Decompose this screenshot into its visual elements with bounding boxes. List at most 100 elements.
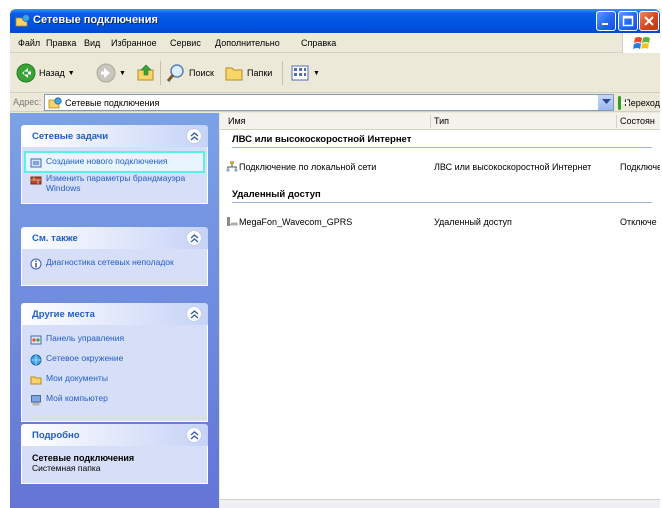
column-type[interactable]: Тип — [434, 116, 449, 126]
address-dropdown-button[interactable] — [598, 95, 613, 110]
chevron-up-icon — [190, 310, 199, 319]
close-icon — [644, 16, 654, 26]
column-status[interactable]: Состоян — [620, 116, 655, 126]
panel-header[interactable]: Другие места — [21, 303, 208, 325]
chevron-up-icon — [190, 431, 199, 440]
search-label: Поиск — [189, 68, 214, 78]
views-icon — [291, 65, 309, 81]
panel-header[interactable]: Сетевые задачи — [21, 125, 208, 147]
collapse-button[interactable] — [186, 128, 202, 144]
windows-logo-icon — [622, 33, 660, 53]
collapse-button[interactable] — [186, 427, 202, 443]
my-documents-icon — [30, 376, 42, 385]
details-type: Системная папка — [32, 463, 101, 473]
minimize-button[interactable] — [596, 11, 616, 31]
menu-view[interactable]: Вид — [84, 38, 100, 48]
chevron-up-icon — [190, 234, 199, 243]
connection-type: Удаленный доступ — [434, 217, 512, 227]
column-separator[interactable] — [616, 115, 617, 128]
up-folder-button[interactable] — [136, 61, 156, 85]
forward-dropdown-icon[interactable]: ▼ — [119, 70, 126, 77]
views-button[interactable]: ▼ — [290, 61, 320, 85]
back-label: Назад — [39, 68, 65, 78]
group-divider — [232, 202, 652, 203]
maximize-icon — [622, 15, 634, 27]
views-dropdown-icon[interactable]: ▼ — [313, 70, 320, 77]
maximize-button[interactable] — [618, 11, 638, 31]
task-label: Изменить параметры брандмауэра Windows — [46, 173, 186, 193]
menu-help[interactable]: Справка — [301, 38, 336, 48]
chevron-up-icon — [190, 132, 199, 141]
folders-icon — [225, 67, 243, 81]
menu-advanced[interactable]: Дополнительно — [215, 38, 280, 48]
group-header-lan: ЛВС или высокоскоростной Интернет — [232, 134, 412, 145]
toolbar-separator — [160, 61, 161, 85]
task-label: Диагностика сетевых неполадок — [46, 257, 174, 267]
connection-row[interactable]: Подключение по локальной сети ЛВС или вы… — [220, 159, 660, 175]
folders-label: Папки — [247, 68, 273, 78]
connection-name: Подключение по локальной сети — [239, 162, 377, 172]
back-button[interactable]: Назад ▼ — [16, 61, 75, 85]
column-header-bar: Имя Тип Состоян — [220, 113, 660, 130]
window-title: Сетевые подключения — [33, 14, 158, 26]
collapse-button[interactable] — [186, 306, 202, 322]
connection-name: MegaFon_Wavecom_GPRS — [239, 217, 353, 227]
panel-title: Другие места — [32, 309, 95, 320]
search-button[interactable]: Поиск — [166, 61, 214, 85]
panel-body: Создание нового подключения Изменить пар… — [21, 147, 208, 204]
collapse-button[interactable] — [186, 230, 202, 246]
firewall-icon — [30, 176, 42, 185]
lan-connection-icon — [226, 161, 238, 172]
place-my-documents[interactable]: Мои документы — [22, 373, 207, 391]
minimize-icon — [602, 23, 608, 25]
place-my-computer[interactable]: Мой компьютер — [22, 393, 207, 411]
address-input[interactable]: Сетевые подключения — [44, 94, 614, 111]
folders-button[interactable]: Папки — [224, 61, 272, 85]
place-network-neighborhood[interactable]: Сетевое окружение — [22, 353, 207, 371]
column-name[interactable]: Имя — [228, 116, 246, 126]
menu-favorites[interactable]: Избранное — [111, 38, 157, 48]
close-button[interactable] — [639, 11, 659, 31]
panel-header[interactable]: Подробно — [21, 424, 208, 446]
column-separator[interactable] — [430, 115, 431, 128]
menu-tools[interactable]: Сервис — [170, 38, 201, 48]
up-folder-icon — [137, 64, 154, 81]
task-create-connection[interactable]: Создание нового подключения — [24, 151, 205, 173]
panel-title: Сетевые задачи — [32, 131, 109, 142]
panel-body: Диагностика сетевых неполадок — [21, 249, 208, 286]
network-places-icon — [30, 354, 42, 366]
see-also-panel: См. также Диагностика сетевых неполадок — [21, 227, 208, 286]
menu-file[interactable]: Файл — [18, 38, 40, 48]
panel-header[interactable]: См. также — [21, 227, 208, 249]
address-value: Сетевые подключения — [65, 98, 160, 108]
control-panel-icon — [30, 335, 42, 345]
group-header-dialup: Удаленный доступ — [232, 189, 321, 200]
task-firewall-settings[interactable]: Изменить параметры брандмауэра Windows — [22, 173, 207, 193]
toolbar: Назад ▼ ▼ Поиск Папки ▼ — [10, 53, 660, 93]
address-bar: Адрес: Сетевые подключения Переход — [10, 93, 660, 112]
search-icon — [166, 64, 184, 82]
place-label: Мои документы — [46, 373, 108, 383]
menu-bar: Файл Правка Вид Избранное Сервис Дополни… — [10, 33, 660, 53]
network-folder-icon — [48, 97, 62, 109]
network-tasks-panel: Сетевые задачи Создание нового подключен… — [21, 125, 208, 204]
place-label: Сетевое окружение — [46, 353, 124, 363]
panel-body: Панель управления Сетевое окружение Мои … — [21, 325, 208, 422]
task-pane: Сетевые задачи Создание нового подключен… — [10, 113, 219, 508]
connection-status: Подключе — [620, 162, 660, 172]
go-button[interactable]: Переход — [618, 94, 660, 111]
connection-row[interactable]: MegaFon_Wavecom_GPRS Удаленный доступ От… — [220, 214, 660, 230]
task-network-diagnostics[interactable]: Диагностика сетевых неполадок — [22, 257, 207, 275]
address-label: Адрес: — [13, 97, 42, 107]
place-label: Мой компьютер — [46, 393, 108, 403]
horizontal-scrollbar[interactable] — [220, 499, 660, 508]
place-control-panel[interactable]: Панель управления — [22, 333, 207, 351]
forward-arrow-icon — [96, 63, 116, 83]
back-dropdown-icon[interactable]: ▼ — [68, 70, 75, 77]
forward-button[interactable]: ▼ — [96, 61, 126, 85]
title-bar[interactable]: Сетевые подключения — [10, 9, 660, 33]
menu-edit[interactable]: Правка — [46, 38, 76, 48]
network-folder-icon — [15, 14, 30, 27]
new-connection-icon — [30, 158, 42, 168]
my-computer-icon — [31, 395, 41, 406]
